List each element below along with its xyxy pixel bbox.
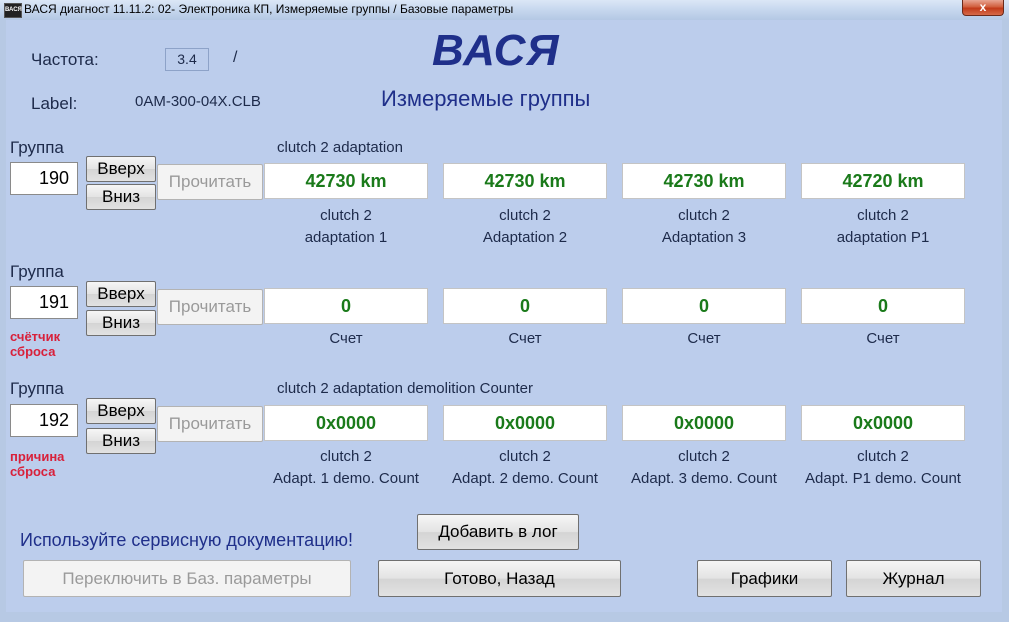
field-caption: clutch 2 Adaptation 2 [482,207,568,246]
group-number-input[interactable]: 190 [10,162,78,195]
group-title: Группа [10,138,64,157]
field-value: 0 [801,288,965,324]
field-caption: clutch 2 Adapt. 1 demo. Count [273,448,419,487]
done-back-button[interactable]: Готово, Назад [378,560,621,597]
field-caption: clutch 2 Adapt. 3 demo. Count [631,448,777,487]
field-value: 42730 km [264,163,428,199]
app-icon: ВАСЯ [4,3,22,18]
field-value: 0 [264,288,428,324]
journal-button[interactable]: Журнал [846,560,981,597]
field-value: 42730 km [443,163,607,199]
group-up-button[interactable]: Вверх [86,156,156,182]
field-value: 0x0000 [264,405,428,441]
window-title: ВАСЯ диагност 11.11.2: 02- Электроника К… [24,2,514,16]
group-title: Группа [10,379,64,398]
page-subtitle: Измеряемые группы [381,86,591,111]
group-number-input[interactable]: 191 [10,286,78,319]
field-value: 42730 km [622,163,786,199]
app-logo: ВАСЯ [432,26,560,75]
group-down-button[interactable]: Вниз [86,428,156,454]
field-caption: clutch 2 Adapt. 2 demo. Count [452,448,598,487]
add-to-log-button[interactable]: Добавить в лог [417,514,579,550]
field-value: 0 [622,288,786,324]
service-doc-warning: Используйте сервисную документацию! [20,530,354,550]
field-caption: clutch 2 Adaptation 3 [661,207,747,246]
label-file-value: 0AM-300-04X.CLB [135,93,261,110]
read-button[interactable]: Прочитать [157,164,263,200]
field-value: 0 [443,288,607,324]
field-caption: clutch 2 adaptation P1 [836,207,930,246]
field-caption: clutch 2 Adapt. P1 demo. Count [805,448,961,487]
field-caption: Счет [687,330,721,347]
window-frame-bottom [0,612,1009,622]
close-button[interactable]: x [962,0,1004,16]
group-down-button[interactable]: Вниз [86,184,156,210]
field-value: 0x0000 [622,405,786,441]
field-caption: clutch 2 adaptation 1 [304,207,388,246]
group-description: clutch 2 adaptation [277,139,403,156]
group-note: счётчик сброса [10,329,61,359]
field-value: 0x0000 [801,405,965,441]
read-button[interactable]: Прочитать [157,289,263,325]
field-caption: Счет [329,330,363,347]
label-caption: Label: [31,94,78,113]
frequency-label: Частота: [31,50,99,69]
frequency-value: 3.4 [165,48,209,71]
field-caption: Счет [508,330,542,347]
group-up-button[interactable]: Вверх [86,281,156,307]
field-value: 42720 km [801,163,965,199]
group-title: Группа [10,262,64,281]
frequency-separator: / [233,49,238,66]
title-bar[interactable]: ВАСЯ ВАСЯ диагност 11.11.2: 02- Электрон… [0,0,1009,21]
graphs-button[interactable]: Графики [697,560,832,597]
group-down-button[interactable]: Вниз [86,310,156,336]
read-button[interactable]: Прочитать [157,406,263,442]
group-number-input[interactable]: 192 [10,404,78,437]
app-window: ВАСЯ ВАСЯ диагност 11.11.2: 02- Электрон… [0,0,1009,622]
group-description: clutch 2 adaptation demolition Counter [277,380,533,397]
group-note: причина сброса [10,449,65,479]
group-up-button[interactable]: Вверх [86,398,156,424]
field-value: 0x0000 [443,405,607,441]
window-frame-right [1002,20,1009,622]
field-caption: Счет [866,330,900,347]
switch-basic-params-button[interactable]: Переключить в Баз. параметры [23,560,351,597]
